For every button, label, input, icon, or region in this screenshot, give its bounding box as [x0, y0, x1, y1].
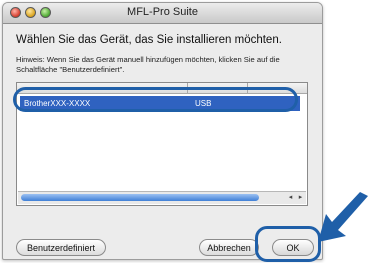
pointer-arrow-icon [318, 192, 368, 242]
installer-window: MFL-Pro Suite Wählen Sie das Gerät, das … [2, 2, 323, 260]
scroll-right-icon[interactable]: ▸ [296, 193, 305, 202]
scroll-left-icon[interactable]: ◂ [286, 193, 295, 202]
horizontal-scrollbar[interactable]: ◂ ▸ [18, 191, 306, 204]
dialog-hint: Hinweis: Wenn Sie das Gerät manuell hinz… [16, 55, 280, 74]
title-bar: MFL-Pro Suite [3, 3, 322, 24]
cancel-button[interactable]: Abbrechen [199, 239, 259, 256]
dialog-heading: Wählen Sie das Gerät, das Sie installier… [16, 34, 282, 46]
scrollbar-thumb[interactable] [21, 194, 259, 201]
window-title: MFL-Pro Suite [127, 6, 198, 18]
custom-button[interactable]: Benutzerdefiniert [16, 239, 106, 256]
ok-button-highlight [255, 226, 321, 262]
device-row-highlight [13, 87, 298, 112]
